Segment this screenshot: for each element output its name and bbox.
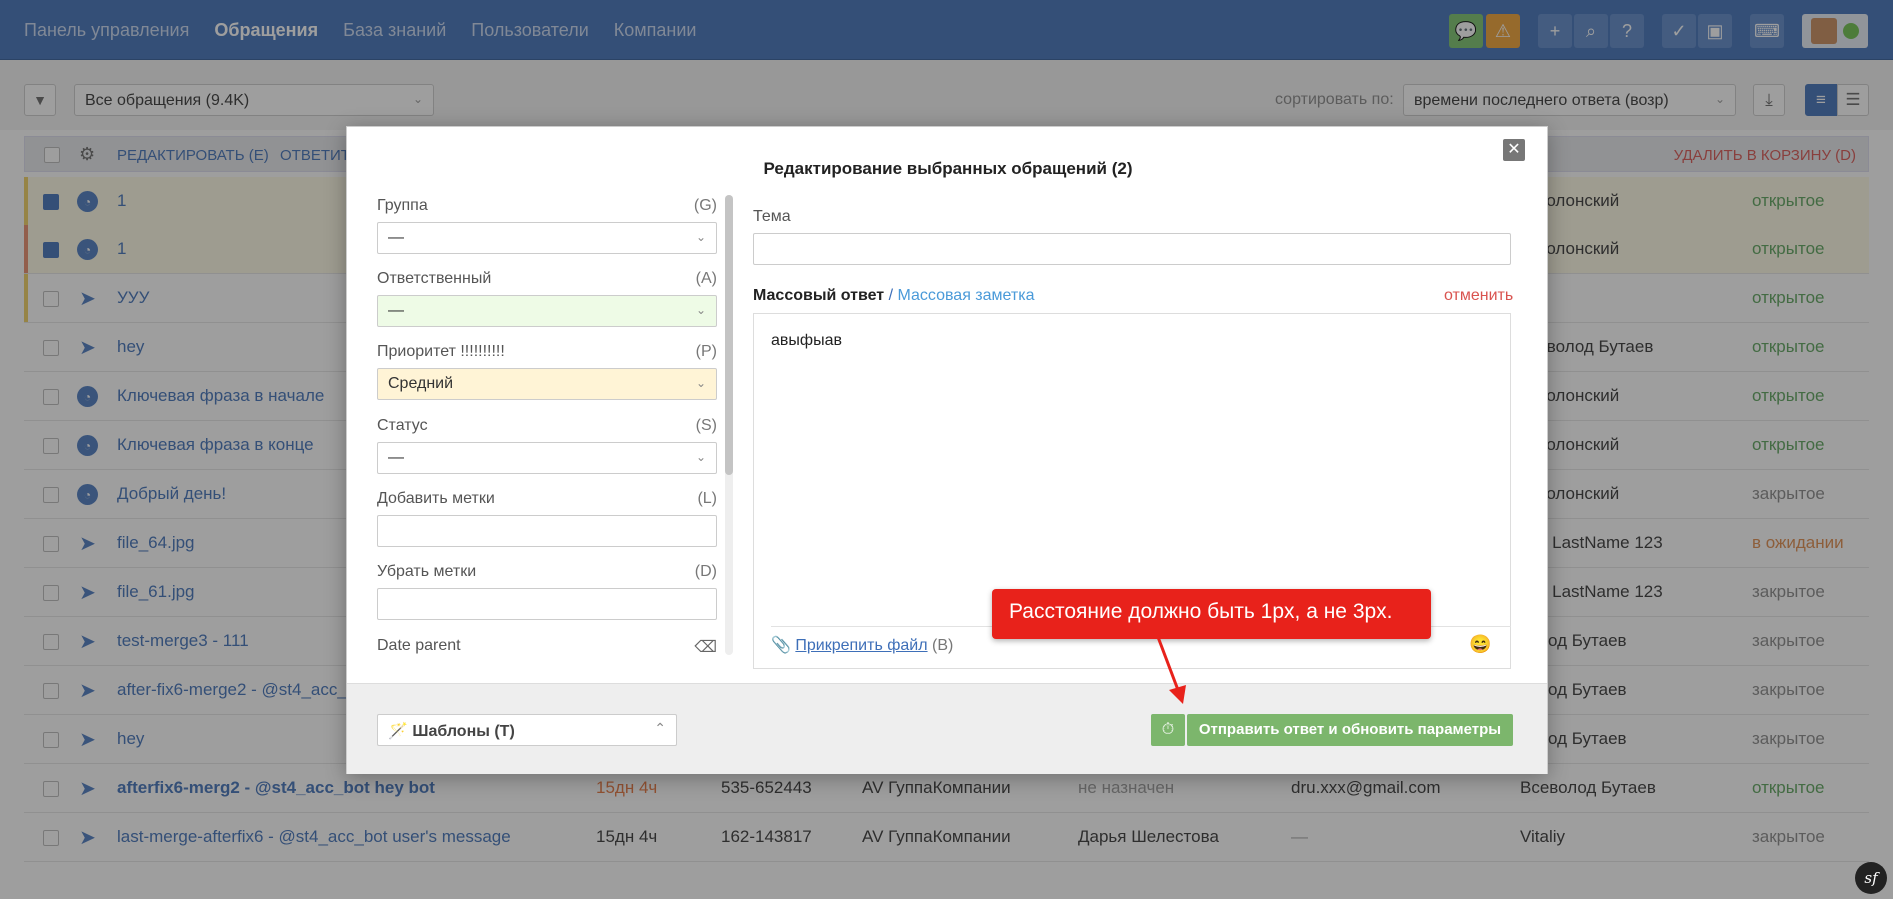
- chevron-down-icon: ⌄: [695, 230, 706, 244]
- group-label: Группа (G): [377, 197, 717, 215]
- remove-tags-shortcut: (D): [694, 563, 717, 580]
- templates-label: Шаблоны (T): [412, 723, 515, 740]
- cancel-link[interactable]: отменить: [1444, 287, 1513, 305]
- assignee-label-text: Ответственный: [377, 270, 492, 287]
- priority-select[interactable]: Средний ⌄: [377, 368, 717, 400]
- status-label-text: Статус: [377, 417, 428, 434]
- templates-select[interactable]: 🪄 Шаблоны (T) ⌃: [377, 714, 677, 746]
- group-shortcut: (G): [693, 197, 717, 214]
- remove-tags-label-text: Убрать метки: [377, 563, 477, 580]
- magic-wand-icon: 🪄: [388, 723, 408, 740]
- submit-button[interactable]: Отправить ответ и обновить параметры: [1187, 714, 1513, 746]
- symfony-icon[interactable]: sf: [1855, 862, 1887, 894]
- assignee-value: —: [388, 302, 404, 319]
- subject-input[interactable]: [753, 233, 1511, 265]
- remove-tags-label: Убрать метки (D): [377, 563, 717, 581]
- modal-footer: 🪄 Шаблоны (T) ⌃ ⏱ Отправить ответ и обно…: [347, 683, 1547, 774]
- eraser-icon[interactable]: ⌫: [694, 637, 717, 657]
- priority-shortcut: (P): [695, 343, 717, 360]
- mass-reply-tab[interactable]: Массовый ответ: [753, 287, 884, 304]
- status-label: Статус (S): [377, 417, 717, 435]
- chevron-down-icon: ⌄: [695, 303, 706, 317]
- reply-tabs: Массовый ответ / Массовая заметка: [753, 287, 1034, 305]
- assignee-select[interactable]: — ⌄: [377, 295, 717, 327]
- date-parent-label-text: Date parent: [377, 637, 461, 654]
- add-tags-label: Добавить метки (L): [377, 490, 717, 508]
- timer-icon[interactable]: ⏱: [1151, 714, 1185, 746]
- priority-label-text: Приоритет !!!!!!!!!!: [377, 343, 505, 360]
- chevron-up-icon: ⌃: [654, 720, 666, 736]
- fields-scrollbar[interactable]: [725, 195, 733, 655]
- status-value: —: [388, 449, 404, 466]
- remove-tags-input[interactable]: [377, 588, 717, 620]
- paperclip-icon[interactable]: 📎: [771, 637, 791, 654]
- status-select[interactable]: — ⌄: [377, 442, 717, 474]
- reply-text: авыфыав: [771, 332, 842, 349]
- priority-label: Приоритет !!!!!!!!!! (P): [377, 343, 717, 361]
- group-label-text: Группа: [377, 197, 428, 214]
- subject-label: Тема: [753, 208, 791, 225]
- modal-title: Редактирование выбранных обращений (2): [763, 159, 1133, 178]
- assignee-label: Ответственный (A): [377, 270, 717, 288]
- bulk-edit-modal: Редактирование выбранных обращений (2) ✕…: [346, 126, 1548, 774]
- close-icon[interactable]: ✕: [1503, 139, 1525, 161]
- attach-shortcut: (B): [932, 637, 954, 654]
- group-value: —: [388, 229, 404, 246]
- mass-note-tab[interactable]: Массовая заметка: [897, 287, 1034, 304]
- chevron-down-icon: ⌄: [695, 450, 706, 464]
- attach-file-link[interactable]: Прикрепить файл: [795, 637, 927, 654]
- attach-row: 📎 Прикрепить файл (B): [771, 635, 953, 655]
- scrollbar-thumb[interactable]: [725, 195, 733, 475]
- add-tags-label-text: Добавить метки: [377, 490, 495, 507]
- status-shortcut: (S): [695, 417, 717, 434]
- chevron-down-icon: ⌄: [695, 376, 706, 390]
- assignee-shortcut: (A): [695, 270, 717, 287]
- tab-separator: /: [884, 287, 898, 304]
- emoji-icon[interactable]: 😄: [1469, 634, 1491, 655]
- date-parent-label: Date parent ⌫: [377, 637, 717, 657]
- priority-value: Средний: [388, 375, 454, 392]
- add-tags-input[interactable]: [377, 515, 717, 547]
- add-tags-shortcut: (L): [697, 490, 717, 507]
- group-select[interactable]: — ⌄: [377, 222, 717, 254]
- annotation-callout: Расстояние должно быть 1px, а не 3px.: [992, 589, 1431, 639]
